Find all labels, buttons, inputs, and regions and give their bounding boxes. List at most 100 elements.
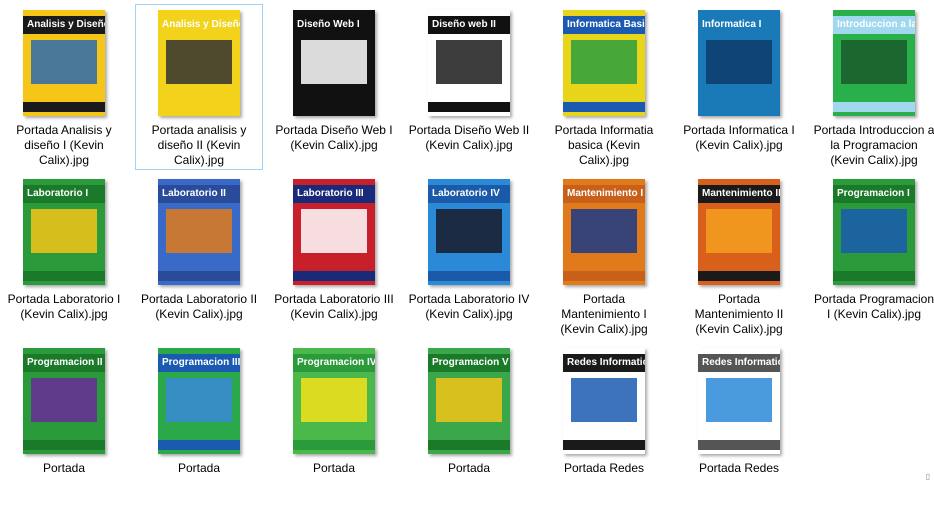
file-item[interactable]: Informatica Basica Portada Informatia bas… (540, 4, 668, 170)
cover-footer (698, 271, 780, 281)
file-item[interactable]: Programacion IV Portada (270, 342, 398, 508)
file-name[interactable]: Portada Introduccion a la Programacion (… (811, 123, 934, 168)
cover-footer (428, 271, 510, 281)
file-thumbnail[interactable]: Laboratorio I (23, 179, 105, 285)
file-item[interactable]: Analisis y Diseño II Portada analisis y d… (135, 4, 263, 170)
file-thumbnail[interactable]: Programacion I (833, 179, 915, 285)
file-name[interactable]: Portada Diseño Web I (Kevin Calix).jpg (271, 123, 397, 153)
cover-title: Programacion V (428, 354, 510, 372)
cover-title: Introduccion a la Programacion (833, 16, 915, 34)
file-name[interactable]: Portada Informatica I (Kevin Calix).jpg (676, 123, 802, 153)
file-item[interactable]: Programacion III Portada (135, 342, 263, 508)
file-item[interactable]: Mantenimiento II Portada Mantenimiento II… (675, 173, 803, 339)
file-name[interactable]: Portada (1, 461, 127, 476)
file-item[interactable]: Laboratorio II Portada Laboratorio II (Ke… (135, 173, 263, 339)
cover-image (436, 378, 502, 422)
cover-title: Informatica I (698, 16, 780, 34)
file-thumbnail[interactable]: Programacion III (158, 348, 240, 454)
file-item[interactable]: Mantenimiento I Portada Mantenimiento I (… (540, 173, 668, 339)
cover-image (166, 209, 232, 253)
file-thumbnail[interactable]: Mantenimiento II (698, 179, 780, 285)
file-thumbnail[interactable]: Analisis y Diseño I (23, 10, 105, 116)
cover-footer (698, 102, 780, 112)
cover-image (31, 378, 97, 422)
file-thumbnail[interactable]: Mantenimiento I (563, 179, 645, 285)
file-thumbnail[interactable]: Diseño web II (428, 10, 510, 116)
file-thumbnail[interactable]: Laboratorio III (293, 179, 375, 285)
cover-title: Laboratorio I (23, 185, 105, 203)
file-item[interactable]: Diseño Web I Portada Diseño Web I (Kevin … (270, 4, 398, 170)
file-item[interactable]: Redes Informaticas II Portada Redes (675, 342, 803, 508)
resize-grip-icon[interactable]: ▯ (926, 472, 930, 481)
file-thumbnail[interactable]: Redes Informaticas II (698, 348, 780, 454)
file-name[interactable]: Portada (406, 461, 532, 476)
cover-title: Programacion IV (293, 354, 375, 372)
file-name[interactable]: Portada Laboratorio II (Kevin Calix).jpg (136, 292, 262, 322)
file-item[interactable]: Laboratorio III Portada Laboratorio III (… (270, 173, 398, 339)
file-name[interactable]: Portada Mantenimiento I (Kevin Calix).jp… (541, 292, 667, 337)
file-thumbnail[interactable]: Programacion II (23, 348, 105, 454)
file-item[interactable]: Laboratorio I Portada Laboratorio I (Kevi… (0, 173, 128, 339)
file-item[interactable]: Programacion I Portada Programacion I (Ke… (810, 173, 934, 339)
cover-image (841, 40, 907, 84)
file-item[interactable]: Analisis y Diseño I Portada Analisis y di… (0, 4, 128, 170)
cover-footer (428, 102, 510, 112)
file-name[interactable]: Portada (271, 461, 397, 476)
file-name[interactable]: Portada analisis y diseño II (Kevin Cali… (136, 123, 262, 168)
cover-image (31, 40, 97, 84)
file-item[interactable]: Introduccion a la Programacion Portada In… (810, 4, 934, 170)
cover-image (571, 378, 637, 422)
file-thumbnail[interactable]: Analisis y Diseño II (158, 10, 240, 116)
file-item[interactable]: Programacion II Portada (0, 342, 128, 508)
file-item[interactable]: Laboratorio IV Portada Laboratorio IV (Ke… (405, 173, 533, 339)
cover-image (706, 378, 772, 422)
cover-title: Mantenimiento II (698, 185, 780, 203)
cover-footer (293, 102, 375, 112)
cover-title: Programacion III (158, 354, 240, 372)
cover-footer (833, 271, 915, 281)
file-thumbnail[interactable]: Informatica Basica (563, 10, 645, 116)
cover-image (571, 40, 637, 84)
file-thumbnail[interactable]: Introduccion a la Programacion (833, 10, 915, 116)
cover-image (706, 209, 772, 253)
file-name[interactable]: Portada Laboratorio IV (Kevin Calix).jpg (406, 292, 532, 322)
cover-footer (23, 440, 105, 450)
cover-image (841, 209, 907, 253)
cover-title: Diseño web II (428, 16, 510, 34)
file-thumbnail[interactable]: Diseño Web I (293, 10, 375, 116)
cover-footer (563, 102, 645, 112)
cover-title: Informatica Basica (563, 16, 645, 34)
file-name[interactable]: Portada Programacion I (Kevin Calix).jpg (811, 292, 934, 322)
cover-title: Analisis y Diseño I (23, 16, 105, 34)
cover-footer (293, 271, 375, 281)
file-name[interactable]: Portada Laboratorio III (Kevin Calix).jp… (271, 292, 397, 322)
cover-image (166, 40, 232, 84)
cover-image (301, 40, 367, 84)
file-thumbnail[interactable]: Informatica I (698, 10, 780, 116)
cover-footer (158, 440, 240, 450)
cover-image (706, 40, 772, 84)
cover-image (166, 378, 232, 422)
file-name[interactable]: Portada Analisis y diseño I (Kevin Calix… (1, 123, 127, 168)
file-name[interactable]: Portada Redes (676, 461, 802, 476)
file-thumbnail[interactable]: Laboratorio II (158, 179, 240, 285)
file-name[interactable]: Portada Redes (541, 461, 667, 476)
cover-title: Redes Informaticas II (698, 354, 780, 372)
file-item[interactable]: Programacion V Portada (405, 342, 533, 508)
file-name[interactable]: Portada (136, 461, 262, 476)
cover-title: Redes Informaticas I (563, 354, 645, 372)
file-item[interactable]: Redes Informaticas I Portada Redes (540, 342, 668, 508)
file-name[interactable]: Portada Mantenimiento II (Kevin Calix).j… (676, 292, 802, 337)
file-thumbnail[interactable]: Redes Informaticas I (563, 348, 645, 454)
file-name[interactable]: Portada Laboratorio I (Kevin Calix).jpg (1, 292, 127, 322)
file-item[interactable]: Informatica I Portada Informatica I (Kevi… (675, 4, 803, 170)
cover-title: Programacion II (23, 354, 105, 372)
cover-title: Mantenimiento I (563, 185, 645, 203)
file-thumbnail[interactable]: Laboratorio IV (428, 179, 510, 285)
file-thumbnail[interactable]: Programacion V (428, 348, 510, 454)
file-thumbnail[interactable]: Programacion IV (293, 348, 375, 454)
file-name[interactable]: Portada Informatia basica (Kevin Calix).… (541, 123, 667, 168)
file-item[interactable]: Diseño web II Portada Diseño Web II (Kevi… (405, 4, 533, 170)
file-name[interactable]: Portada Diseño Web II (Kevin Calix).jpg (406, 123, 532, 153)
cover-image (301, 378, 367, 422)
